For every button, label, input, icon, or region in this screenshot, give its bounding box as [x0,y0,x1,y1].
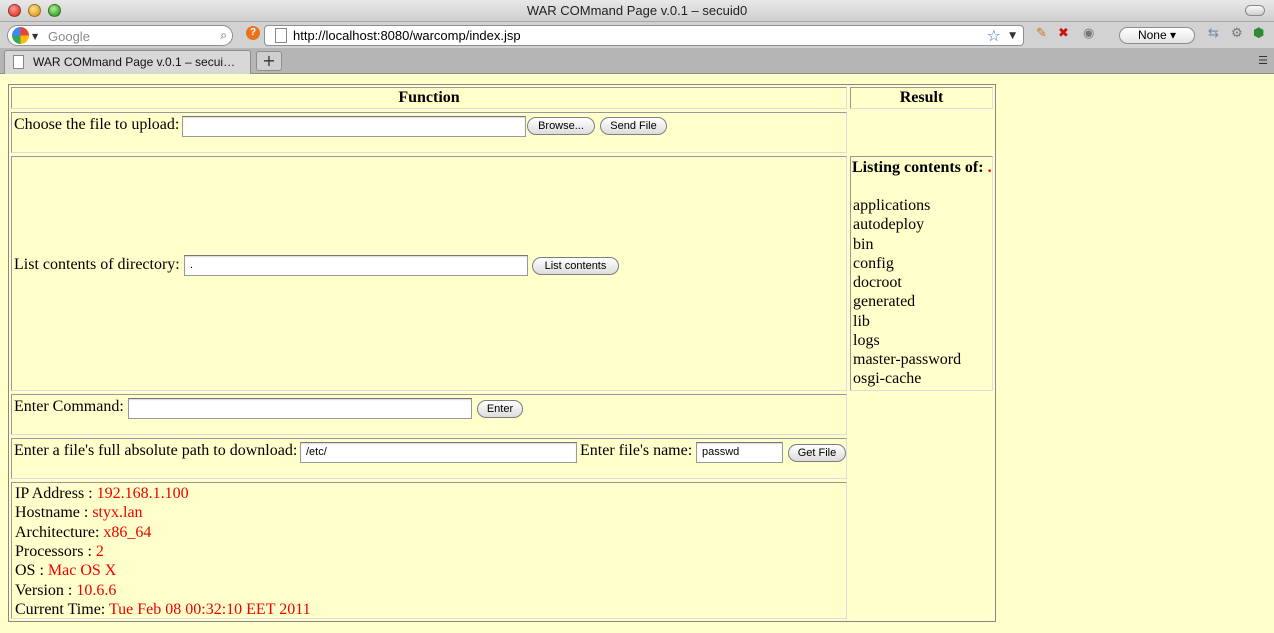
directory-entry: master-password [853,351,962,368]
url-bar[interactable]: http://localhost:8080/warcomp/index.jsp … [264,25,1024,46]
system-info-label: IP Address : [15,485,97,502]
addon-gear-icon[interactable]: ◉ [1083,26,1094,41]
file-name-input[interactable]: passwd [696,442,783,463]
upload-file-field[interactable] [182,116,526,137]
function-header: Function [11,87,847,109]
shield-icon[interactable]: ⬢ [1253,26,1264,41]
window-title: WAR COMmand Page v.0.1 – secuid0 [526,3,748,18]
bookmark-star-icon[interactable]: ☆ [987,26,1001,45]
system-info-value: Mac OS X [47,562,117,580]
directory-entry: lib [853,312,870,330]
directory-input[interactable]: . [184,255,528,276]
get-file-button[interactable]: Get File [788,444,846,462]
none-dropdown-button[interactable]: None ▾ [1119,27,1195,44]
tab-active[interactable]: WAR COMmand Page v.0.1 – secui… [4,50,251,74]
search-box[interactable]: ▼ Google ⌕ [7,25,233,46]
listing-heading: Listing contents of: . [852,159,992,177]
tab-label: WAR COMmand Page v.0.1 – secui… [33,55,236,69]
command-label: Enter Command: [14,398,124,415]
enter-button[interactable]: Enter [477,400,523,418]
system-info-line: Processors : 2 [15,543,104,561]
directory-entry: applications [853,197,931,214]
upload-row: Choose the file to upload: Browse... Sen… [11,112,847,153]
system-info-value: x86_64 [103,523,152,541]
system-info-value: styx.lan [92,504,143,522]
url-text[interactable]: http://localhost:8080/warcomp/index.jsp [293,28,521,43]
search-input[interactable]: Google [48,29,90,44]
system-info-label: Processors : [15,542,96,560]
directory-entry: bin [853,235,874,253]
listing-heading-label: Listing contents of: [852,159,984,176]
list-directory-label: List contents of directory: [14,256,180,273]
send-file-button[interactable]: Send File [600,117,667,135]
help-icon[interactable]: ? [246,26,260,40]
browse-button[interactable]: Browse... [527,117,595,135]
system-info-label: Current Time: [15,600,109,618]
gear-icon[interactable]: ⚙ [1231,26,1243,41]
result-panel: Listing contents of: . applications autod… [850,156,993,391]
system-info-value: 192.168.1.100 [96,485,189,502]
page-content: Function Result Choose the file to uploa… [0,75,1274,633]
command-input[interactable] [128,398,472,419]
window-titlebar: WAR COMmand Page v.0.1 – secuid0 [0,0,1274,22]
system-info-row: IP Address : 192.168.1.100 Hostname : sty… [11,482,847,619]
sync-icon[interactable]: ⇆ [1208,26,1219,41]
system-info-label: Hostname : [15,504,93,522]
result-header: Result [850,87,993,109]
system-info-value: 10.6.6 [76,581,117,599]
system-info-line: Current Time: Tue Feb 08 00:32:10 EET 20… [15,601,311,619]
google-icon[interactable] [12,27,29,44]
page-icon [275,28,287,43]
listing-path: . [987,159,992,176]
directory-entry: autodeploy [853,216,925,234]
list-directory-row: List contents of directory: . List conte… [11,156,847,391]
system-info-line: IP Address : 192.168.1.100 [15,485,189,503]
search-icon[interactable]: ⌕ [220,28,227,43]
new-tab-button[interactable]: + [256,51,282,71]
chevron-down-icon[interactable]: ▼ [32,32,38,41]
system-info-value: Tue Feb 08 00:32:10 EET 2011 [108,600,311,618]
none-label: None [1137,28,1167,42]
tab-bar: WAR COMmand Page v.0.1 – secui… + ☰ [0,48,1274,74]
upload-label: Choose the file to upload: [14,116,180,133]
system-info-label: OS : [15,562,48,580]
directory-entry: logs [853,331,880,349]
toolbar-toggle-button[interactable] [1245,5,1265,16]
directory-entry: osgi-cache [853,370,922,388]
download-row: Enter a file's full absolute path to dow… [11,438,847,479]
command-table: Function Result Choose the file to uploa… [8,84,996,622]
block-x-icon[interactable]: ✖ [1058,26,1069,41]
directory-entry: generated [853,293,916,311]
pencil-icon[interactable]: ✎ [1036,26,1047,41]
page-icon [13,55,24,69]
command-row: Enter Command: Enter [11,394,847,435]
directory-entry: docroot [853,274,902,291]
system-info-line: Architecture: x86_64 [15,524,151,542]
system-info-label: Version : [15,581,77,599]
system-info-label: Architecture: [15,523,104,541]
system-info-value: 2 [95,542,104,560]
directory-entry: config [853,254,894,272]
download-path-input[interactable]: /etc/ [300,442,577,463]
url-history-dropdown-icon[interactable]: ▼ [1009,31,1016,41]
download-path-label: Enter a file's full absolute path to dow… [14,442,298,459]
tab-list-icon[interactable]: ☰ [1258,54,1268,67]
system-info-line: Version : 10.6.6 [15,582,116,600]
system-info-line: Hostname : styx.lan [15,504,143,522]
system-info-line: OS : Mac OS X [15,562,116,580]
file-name-label: Enter file's name: [580,442,693,459]
list-contents-button[interactable]: List contents [532,257,619,275]
